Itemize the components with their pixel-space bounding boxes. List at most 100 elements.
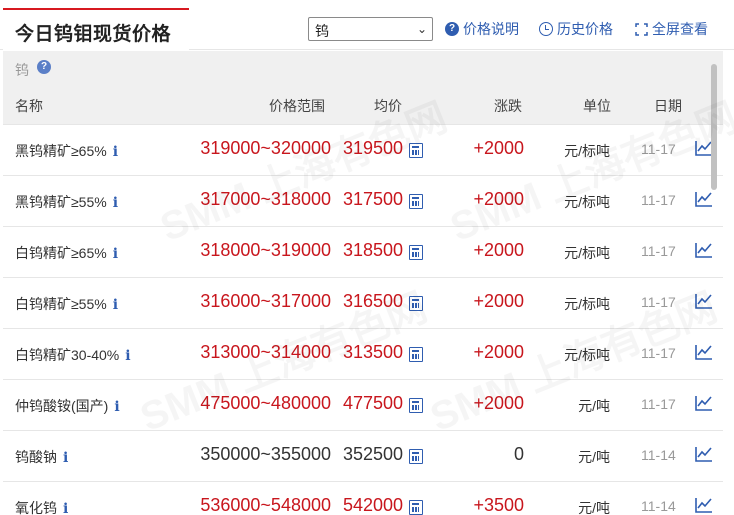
title-tab: 今日钨钼现货价格 bbox=[3, 8, 189, 50]
price-range: 536000~548000 bbox=[200, 495, 331, 515]
column-range: 价格范围 bbox=[269, 98, 325, 114]
table-header: 名称 价格范围 均价 涨跌 单位 日期 bbox=[3, 85, 723, 125]
product-name-text: 钨酸钠 bbox=[15, 449, 57, 465]
product-name: 仲钨酸铵(国产) i bbox=[15, 396, 120, 416]
table-row[interactable]: 氧化钨 i 536000~548000 542000 +3500 元/吨 11-14 bbox=[3, 482, 723, 515]
column-date: 日期 bbox=[654, 98, 682, 114]
calculator-icon[interactable] bbox=[409, 245, 423, 260]
product-name: 氧化钨 i bbox=[15, 498, 68, 515]
info-icon[interactable]: i bbox=[113, 144, 118, 160]
history-price-link[interactable]: 历史价格 bbox=[539, 19, 613, 39]
column-avg: 均价 bbox=[374, 98, 402, 114]
table-row[interactable]: 仲钨酸铵(国产) i 475000~480000 477500 +2000 元/吨 11-1… bbox=[3, 380, 723, 431]
price-range: 318000~319000 bbox=[200, 240, 331, 260]
info-icon[interactable]: i bbox=[114, 399, 119, 415]
average-price: 542000 bbox=[343, 495, 404, 515]
price-range: 475000~480000 bbox=[200, 393, 331, 413]
info-icon[interactable]: i bbox=[63, 450, 68, 466]
calculator-icon[interactable] bbox=[409, 143, 423, 158]
fullscreen-icon bbox=[635, 22, 648, 36]
price-range: 319000~320000 bbox=[200, 138, 331, 158]
price-unit: 元/吨 bbox=[578, 398, 610, 414]
info-icon[interactable]: i bbox=[63, 501, 68, 515]
column-name: 名称 bbox=[15, 98, 43, 114]
calculator-icon[interactable] bbox=[409, 398, 423, 413]
info-icon[interactable]: i bbox=[113, 246, 118, 262]
price-unit: 元/吨 bbox=[578, 500, 610, 515]
average-price: 352500 bbox=[343, 444, 404, 464]
calculator-icon[interactable] bbox=[409, 449, 423, 464]
table-row[interactable]: 白钨精矿30-40% i 313000~314000 313500 +2000 元/标吨 1… bbox=[3, 329, 723, 380]
info-icon[interactable]: i bbox=[113, 195, 118, 211]
product-name-text: 白钨精矿≥65% bbox=[15, 245, 107, 261]
trend-chart-icon[interactable] bbox=[695, 191, 713, 207]
product-name: 钨酸钠 i bbox=[15, 447, 68, 467]
price-change: +2000 bbox=[473, 189, 524, 209]
product-name-text: 氧化钨 bbox=[15, 500, 57, 515]
product-name: 黑钨精矿≥55% i bbox=[15, 192, 118, 212]
history-price-label: 历史价格 bbox=[557, 21, 613, 37]
product-name-text: 白钨精矿30-40% bbox=[15, 347, 120, 363]
metal-select[interactable]: 钨 ⌄ bbox=[308, 17, 433, 41]
table-row[interactable]: 黑钨精矿≥55% i 317000~318000 317500 +2000 元/标吨 11-… bbox=[3, 176, 723, 227]
section-help-icon[interactable]: ? bbox=[37, 60, 51, 74]
table-row[interactable]: 钨酸钠 i 350000~355000 352500 0 元/吨 11-14 bbox=[3, 431, 723, 482]
product-name-text: 黑钨精矿≥65% bbox=[15, 143, 107, 159]
price-unit: 元/标吨 bbox=[564, 296, 610, 312]
metal-select-value: 钨 bbox=[315, 23, 329, 39]
product-name-text: 白钨精矿≥55% bbox=[15, 296, 107, 312]
product-name: 白钨精矿≥55% i bbox=[15, 294, 118, 314]
price-unit: 元/标吨 bbox=[564, 194, 610, 210]
trend-chart-icon[interactable] bbox=[695, 242, 713, 258]
price-range: 313000~314000 bbox=[200, 342, 331, 362]
table-row[interactable]: 黑钨精矿≥65% i 319000~320000 319500 +2000 元/标吨 11-… bbox=[3, 125, 723, 176]
fullscreen-label: 全屏查看 bbox=[652, 21, 708, 37]
table-row[interactable]: 白钨精矿≥55% i 316000~317000 316500 +2000 元/标吨 11-… bbox=[3, 278, 723, 329]
price-change: +2000 bbox=[473, 240, 524, 260]
price-date: 11-17 bbox=[641, 345, 676, 361]
product-name-text: 黑钨精矿≥55% bbox=[15, 194, 107, 210]
price-date: 11-14 bbox=[641, 498, 676, 514]
price-unit: 元/标吨 bbox=[564, 143, 610, 159]
trend-chart-icon[interactable] bbox=[695, 293, 713, 309]
scrollbar[interactable] bbox=[711, 64, 717, 190]
price-date: 11-14 bbox=[641, 447, 676, 463]
price-range: 317000~318000 bbox=[200, 189, 331, 209]
column-unit: 单位 bbox=[583, 98, 611, 114]
price-date: 11-17 bbox=[641, 294, 676, 310]
calculator-icon[interactable] bbox=[409, 500, 423, 515]
column-change: 涨跌 bbox=[494, 98, 522, 114]
table-row[interactable]: 白钨精矿≥65% i 318000~319000 318500 +2000 元/标吨 11-… bbox=[3, 227, 723, 278]
price-range: 316000~317000 bbox=[200, 291, 331, 311]
trend-chart-icon[interactable] bbox=[695, 497, 713, 513]
question-icon: ? bbox=[445, 22, 459, 36]
price-description-label: 价格说明 bbox=[463, 21, 519, 37]
calculator-icon[interactable] bbox=[409, 194, 423, 209]
average-price: 319500 bbox=[343, 138, 404, 158]
product-name: 白钨精矿30-40% i bbox=[15, 345, 131, 365]
price-date: 11-17 bbox=[641, 192, 676, 208]
average-price: 316500 bbox=[343, 291, 404, 311]
chevron-down-icon: ⌄ bbox=[416, 22, 427, 36]
average-price: 318500 bbox=[343, 240, 404, 260]
price-date: 11-17 bbox=[641, 243, 676, 259]
calculator-icon[interactable] bbox=[409, 296, 423, 311]
price-change: 0 bbox=[513, 444, 524, 464]
trend-chart-icon[interactable] bbox=[695, 344, 713, 360]
info-icon[interactable]: i bbox=[125, 348, 130, 364]
price-description-link[interactable]: ? 价格说明 bbox=[445, 19, 519, 39]
price-change: +2000 bbox=[473, 138, 524, 158]
trend-chart-icon[interactable] bbox=[695, 446, 713, 462]
info-icon[interactable]: i bbox=[113, 297, 118, 313]
top-bar: 今日钨钼现货价格 钨 ⌄ ? 价格说明 历史价格 全屏查看 bbox=[0, 0, 734, 50]
average-price: 313500 bbox=[343, 342, 404, 362]
page-title: 今日钨钼现货价格 bbox=[15, 24, 172, 45]
trend-chart-icon[interactable] bbox=[695, 395, 713, 411]
product-name: 白钨精矿≥65% i bbox=[15, 243, 118, 263]
section-label: 钨 bbox=[15, 62, 29, 78]
price-change: +2000 bbox=[473, 393, 524, 413]
fullscreen-link[interactable]: 全屏查看 bbox=[635, 19, 708, 39]
price-change: +3500 bbox=[473, 495, 524, 515]
calculator-icon[interactable] bbox=[409, 347, 423, 362]
price-unit: 元/标吨 bbox=[564, 347, 610, 363]
